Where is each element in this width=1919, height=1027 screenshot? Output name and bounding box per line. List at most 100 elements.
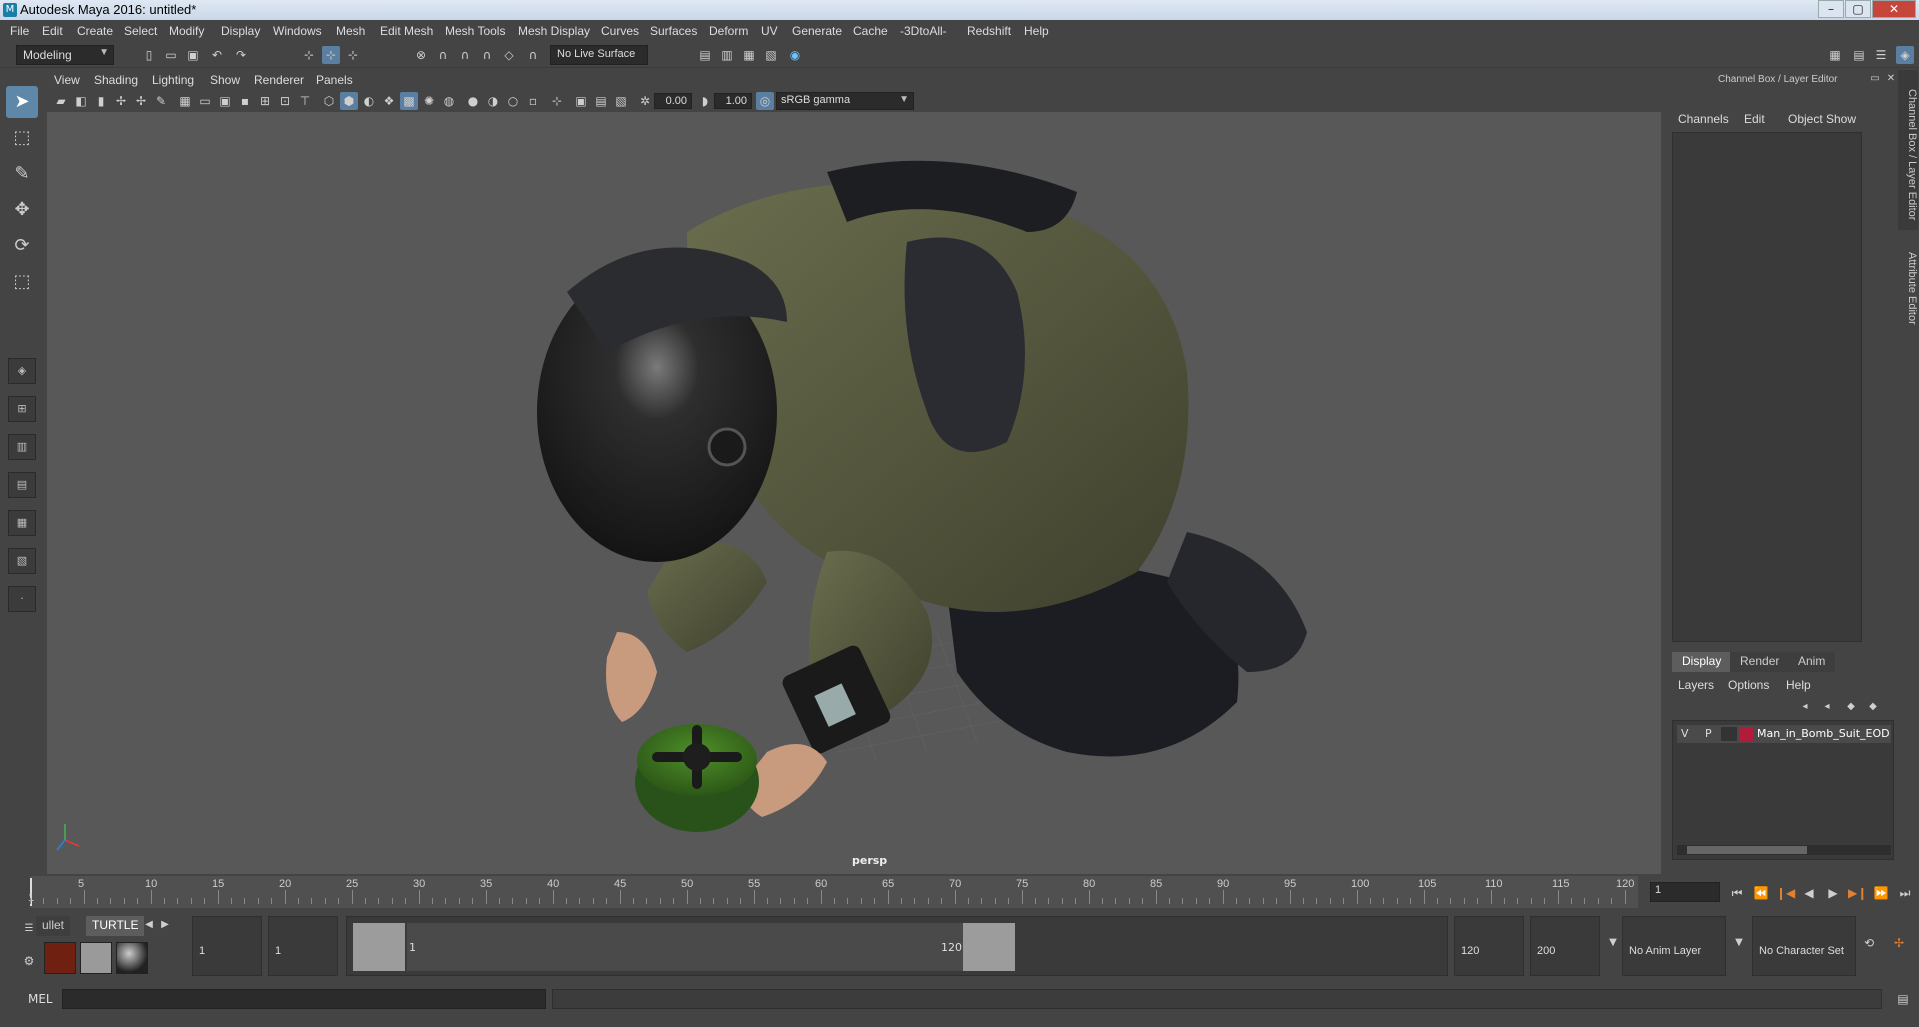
layer-scrollbar[interactable] [1677, 845, 1891, 855]
grease-pencil-icon[interactable]: ✎ [152, 92, 170, 110]
select-hierarchy-icon[interactable]: ⊹ [300, 46, 318, 64]
four-pane-layout-icon[interactable]: ⊞ [8, 396, 36, 422]
select-component-icon[interactable]: ⊹ [344, 46, 362, 64]
play-backwards-icon[interactable]: ◀ [1800, 884, 1818, 902]
anim-layer-selector[interactable]: No Anim Layer [1622, 916, 1726, 976]
layer-name[interactable]: Man_in_Bomb_Suit_EOD [1757, 727, 1890, 740]
screen-space-ao-icon[interactable]: ● [464, 92, 482, 110]
menu-mesh[interactable]: Mesh [336, 24, 365, 38]
range-end-handle[interactable] [963, 923, 1015, 971]
menu-mesh-tools[interactable]: Mesh Tools [445, 24, 505, 38]
perspective-viewport[interactable]: persp [47, 112, 1661, 874]
vp-menu-view[interactable]: View [54, 73, 80, 87]
xray-joints-icon[interactable]: ▣ [572, 92, 590, 110]
outliner-layout-icon[interactable]: ▤ [8, 472, 36, 498]
xray-icon[interactable]: ❖ [380, 92, 398, 110]
go-to-end-icon[interactable]: ⏭ [1896, 884, 1914, 902]
menu-cache[interactable]: Cache [853, 24, 888, 38]
gate-mask-icon[interactable]: ▪ [236, 92, 254, 110]
move-layer-down-icon[interactable]: ◂ [1818, 698, 1836, 716]
snap-surface-icon[interactable]: ◇ [500, 46, 518, 64]
menu-display[interactable]: Display [221, 24, 260, 38]
tool-settings-toggle-icon[interactable]: ☰ [1872, 46, 1890, 64]
channels-edit-menu[interactable]: Edit [1744, 112, 1765, 126]
playback-start-field[interactable]: 1 [268, 916, 338, 976]
command-language-label[interactable]: MEL [28, 992, 53, 1006]
three-pane-layout-icon[interactable]: ▦ [8, 510, 36, 536]
gamma-field[interactable]: 1.00 [714, 93, 752, 109]
backface-culling-icon[interactable]: ▧ [612, 92, 630, 110]
step-back-key-icon[interactable]: ⏪ [1752, 884, 1770, 902]
color-management-icon[interactable]: ◎ [756, 92, 774, 110]
select-object-icon[interactable]: ⊹ [322, 46, 340, 64]
render-settings-icon[interactable]: ▧ [762, 46, 780, 64]
vp-menu-show[interactable]: Show [210, 73, 240, 87]
menu-modify[interactable]: Modify [169, 24, 204, 38]
bookmark-icon[interactable]: ▮ [92, 92, 110, 110]
exposure-field[interactable]: 0.00 [654, 93, 692, 109]
paint-select-tool-icon[interactable]: ✎ [6, 158, 38, 190]
channel-box-toggle-icon[interactable]: ◈ [1896, 46, 1914, 64]
color-space-selector[interactable]: sRGB gamma ▼ [776, 92, 914, 110]
snap-vertex-icon[interactable]: ∩ [524, 46, 542, 64]
two-pane-vertical-layout-icon[interactable]: ▥ [8, 434, 36, 460]
options-menu[interactable]: Options [1728, 678, 1769, 692]
snap-view-icon[interactable]: ∩ [478, 46, 496, 64]
tab-render[interactable]: Render [1730, 652, 1790, 672]
isolate-select-icon[interactable]: ⊹ [548, 92, 566, 110]
chevron-down-icon[interactable]: ▼ [1604, 934, 1622, 952]
camera-attributes-icon[interactable]: ◧ [72, 92, 90, 110]
safe-action-icon[interactable]: ⊡ [276, 92, 294, 110]
layer-playback-toggle[interactable]: P [1705, 727, 1712, 740]
layer-scroll-thumb[interactable] [1687, 846, 1807, 854]
step-forward-key-icon[interactable]: ⏩ [1872, 884, 1890, 902]
layers-menu[interactable]: Layers [1678, 678, 1714, 692]
close-button[interactable]: ✕ [1872, 0, 1916, 18]
menu-curves[interactable]: Curves [601, 24, 639, 38]
layer-visibility-toggle[interactable]: V [1681, 727, 1689, 740]
select-tool-icon[interactable]: ➤ [6, 86, 38, 118]
hypershade-layout-icon[interactable]: ▧ [8, 548, 36, 574]
open-scene-icon[interactable]: ▭ [162, 46, 180, 64]
wireframe-on-shaded-icon[interactable]: ◐ [360, 92, 378, 110]
snap-grid-icon[interactable]: ⊗ [412, 46, 430, 64]
tab-display[interactable]: Display [1672, 652, 1732, 672]
workspace-icon[interactable]: ▦ [1826, 46, 1844, 64]
time-slider[interactable]: 1 5 10 15 20 25 30 35 40 45 50 55 60 65 70 75 80 85 90 95 1… [0, 876, 1919, 910]
smooth-shade-icon[interactable]: ⬢ [340, 92, 358, 110]
move-tool-icon[interactable]: ✥ [6, 194, 38, 226]
move-layer-up-icon[interactable]: ◂ [1796, 698, 1814, 716]
menu-uv[interactable]: UV [761, 24, 778, 38]
turtle-render-icon[interactable] [80, 942, 112, 974]
step-forward-frame-icon[interactable]: ▶❙ [1848, 884, 1867, 902]
use-all-lights-icon[interactable]: ✺ [420, 92, 438, 110]
render-current-icon[interactable]: ▥ [718, 46, 736, 64]
menu-windows[interactable]: Windows [273, 24, 322, 38]
single-pane-layout-icon[interactable]: ◈ [8, 358, 36, 384]
menu-3dtoall[interactable]: -3DtoAll- [900, 24, 947, 38]
side-tab-channel-box[interactable]: Channel Box / Layer Editor [1900, 80, 1918, 230]
scale-tool-icon[interactable]: ⬚ [6, 266, 38, 298]
range-bar[interactable] [407, 923, 1007, 971]
turtle-sphere-icon[interactable] [116, 942, 148, 974]
range-start-handle[interactable] [353, 923, 405, 971]
menu-deform[interactable]: Deform [709, 24, 748, 38]
menu-edit[interactable]: Edit [42, 24, 63, 38]
animation-start-field[interactable]: 1 [192, 916, 262, 976]
save-scene-icon[interactable]: ▣ [184, 46, 202, 64]
channels-show-menu[interactable]: Show [1826, 112, 1856, 126]
minimize-button[interactable]: – [1818, 0, 1844, 18]
maximize-button[interactable]: ▢ [1845, 0, 1871, 18]
attribute-editor-toggle-icon[interactable]: ▤ [1850, 46, 1868, 64]
2d-pan-zoom-icon[interactable]: ✢ [132, 92, 150, 110]
live-surface-field[interactable]: No Live Surface [550, 45, 648, 65]
side-tab-attribute-editor[interactable]: Attribute Editor [1900, 238, 1918, 338]
vp-menu-panels[interactable]: Panels [316, 73, 353, 87]
image-plane-icon[interactable]: ✢ [112, 92, 130, 110]
undo-icon[interactable]: ↶ [208, 46, 226, 64]
turtle-bake-icon[interactable] [44, 942, 76, 974]
channels-object-menu[interactable]: Object [1788, 112, 1823, 126]
animation-end-field[interactable]: 200 [1530, 916, 1600, 976]
snap-point-icon[interactable]: ∩ [456, 46, 474, 64]
menu-file[interactable]: File [10, 24, 29, 38]
